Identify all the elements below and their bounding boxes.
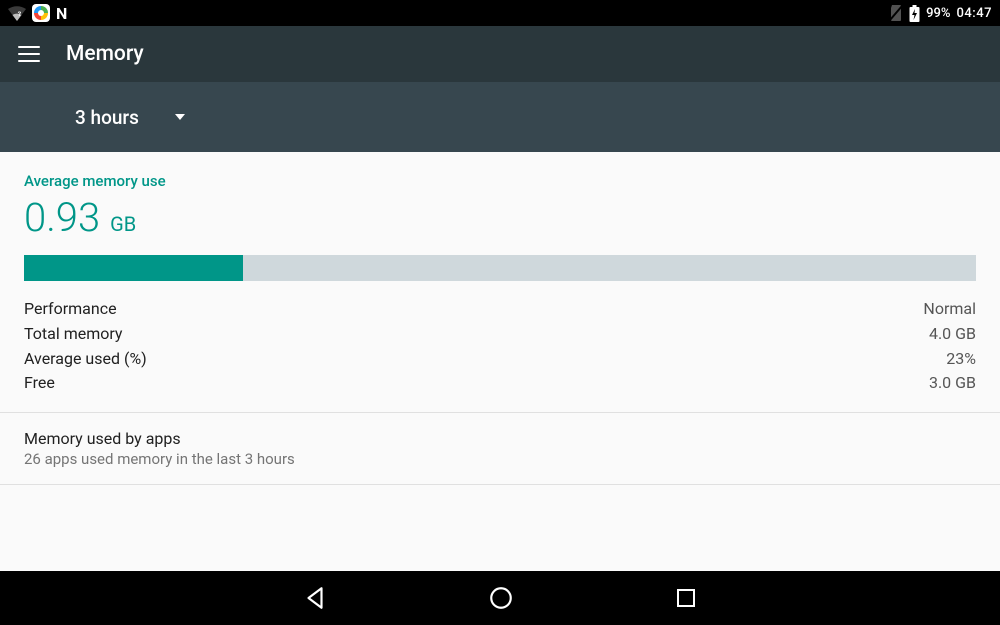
memory-progress-fill <box>24 255 243 281</box>
stat-label: Average used (%) <box>24 347 147 372</box>
stat-row: Average used (%) 23% <box>24 347 976 372</box>
interval-dropdown[interactable]: 3 hours <box>75 106 185 129</box>
stat-value: 4.0 GB <box>929 322 976 347</box>
wifi-icon: ? <box>8 6 26 21</box>
memory-progress <box>24 255 976 281</box>
stat-label: Performance <box>24 297 117 322</box>
apps-memory-row[interactable]: Memory used by apps 26 apps used memory … <box>24 429 976 468</box>
divider <box>0 484 1000 485</box>
stat-value: Normal <box>923 297 976 322</box>
stat-value: 23% <box>946 347 976 372</box>
stat-row: Performance Normal <box>24 297 976 322</box>
apps-memory-title: Memory used by apps <box>24 429 976 448</box>
divider <box>0 412 1000 413</box>
home-button[interactable] <box>488 585 514 611</box>
apps-memory-subtitle: 26 apps used memory in the last 3 hours <box>24 450 976 468</box>
status-bar: ? N 99% 04:47 <box>0 0 1000 26</box>
interval-bar: 3 hours <box>0 82 1000 152</box>
stat-row: Total memory 4.0 GB <box>24 322 976 347</box>
main-content: Average memory use 0.93 GB Performance N… <box>0 152 1000 571</box>
page-title: Memory <box>66 42 144 66</box>
no-sim-icon <box>889 5 903 21</box>
menu-icon[interactable] <box>18 46 40 62</box>
avg-memory-value: 0.93 GB <box>24 194 976 241</box>
stat-row: Free 3.0 GB <box>24 371 976 396</box>
status-right: 99% 04:47 <box>889 5 992 22</box>
stat-label: Free <box>24 371 55 396</box>
battery-icon <box>909 5 920 22</box>
interval-label: 3 hours <box>75 106 139 129</box>
avg-memory-unit: GB <box>110 212 136 236</box>
recents-button[interactable] <box>674 586 698 610</box>
avg-memory-heading: Average memory use <box>24 172 976 190</box>
n-icon: N <box>56 4 67 23</box>
stat-value: 3.0 GB <box>929 371 976 396</box>
app-icon <box>32 4 50 22</box>
chevron-down-icon <box>175 114 185 120</box>
back-button[interactable] <box>302 585 328 611</box>
avg-memory-number: 0.93 <box>24 194 100 241</box>
app-bar: Memory <box>0 26 1000 82</box>
status-left: ? N <box>8 4 67 23</box>
battery-percent: 99% <box>926 6 950 21</box>
nav-bar <box>0 571 1000 625</box>
stat-label: Total memory <box>24 322 123 347</box>
clock: 04:47 <box>957 6 992 21</box>
